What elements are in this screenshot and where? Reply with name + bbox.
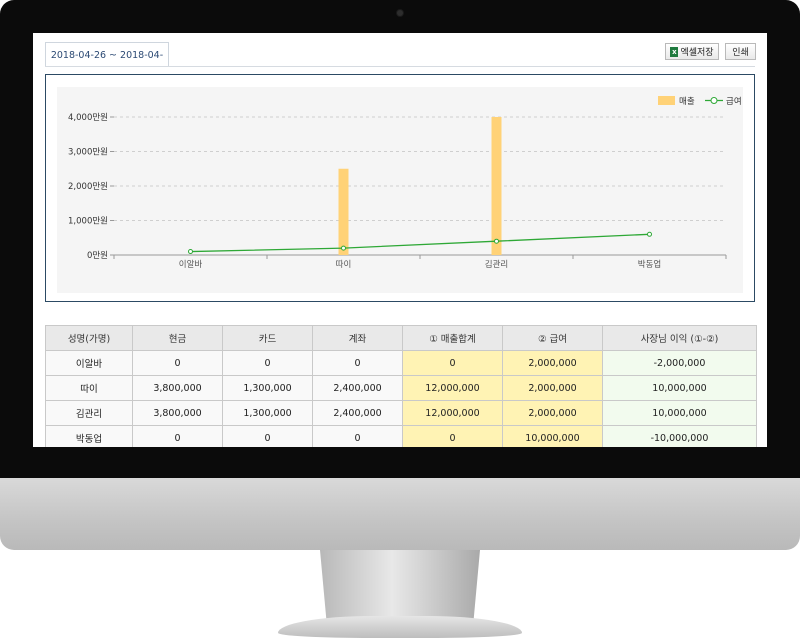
col-header-name: 성명(가명) bbox=[45, 325, 133, 351]
col-header-sales-total: ① 매출합계 bbox=[402, 325, 503, 351]
col-header-cash: 현금 bbox=[132, 325, 223, 351]
monitor-chin bbox=[0, 478, 800, 550]
cell-owner-profit: 10,000,000 bbox=[602, 375, 757, 401]
cell-sales-total: 12,000,000 bbox=[402, 400, 503, 426]
payroll-point bbox=[341, 245, 346, 251]
table-row: 김관리 3,800,000 1,300,000 2,400,000 12,000… bbox=[45, 400, 757, 426]
table-row: 따이 3,800,000 1,300,000 2,400,000 12,000,… bbox=[45, 375, 757, 401]
excel-save-button[interactable]: x 엑셀저장 bbox=[665, 43, 719, 60]
print-button[interactable]: 인쇄 bbox=[725, 43, 756, 60]
settlement-table: 성명(가명) 현금 카드 계좌 ① 매출합계 ② 급여 사장님 이익 (①-②)… bbox=[45, 325, 757, 447]
legend-payroll-label: 급여 bbox=[726, 96, 742, 107]
cell-name: 김관리 bbox=[45, 400, 133, 426]
payroll-point bbox=[647, 231, 652, 237]
sales-payroll-chart: 0만원 1,000만원 2,000만원 3,000만원 4,000만원이알바 따이 김관리 박… bbox=[68, 96, 742, 270]
cell-payroll: 2,000,000 bbox=[502, 400, 603, 426]
x-tick-label: 따이 bbox=[336, 259, 352, 270]
tab-date-range[interactable]: 2018-04-26 ~ 2018-04-26 bbox=[45, 42, 169, 87]
table-row: 이알바 0 0 0 0 2,000,000 -2,000,000 bbox=[45, 350, 757, 376]
cell-name: 따이 bbox=[45, 375, 133, 401]
screen: 2018-04-26 ~ 2018-04-26 x 엑셀저장 인쇄 0만원 1,0… bbox=[33, 33, 767, 447]
cell-card: 1,300,000 bbox=[222, 375, 313, 401]
camera-icon bbox=[397, 10, 403, 16]
x-tick-label: 이알바 bbox=[179, 259, 203, 270]
x-tick-label: 김관리 bbox=[485, 259, 508, 270]
cell-cash: 0 bbox=[132, 350, 223, 376]
cell-card: 0 bbox=[222, 350, 313, 376]
cell-owner-profit: -10,000,000 bbox=[602, 425, 757, 447]
chart-panel: 0만원 1,000만원 2,000만원 3,000만원 4,000만원이알바 따이 김관리 박… bbox=[45, 74, 755, 302]
monitor-stand bbox=[320, 550, 480, 620]
legend-sales-label: 매출 bbox=[679, 96, 695, 107]
cell-cash: 3,800,000 bbox=[132, 400, 223, 426]
chart-area: 0만원 1,000만원 2,000만원 3,000만원 4,000만원이알바 따이 김관리 박… bbox=[57, 87, 743, 293]
y-tick-label: 4,000만원 bbox=[68, 113, 108, 123]
payroll-point bbox=[494, 238, 499, 244]
cell-cash: 3,800,000 bbox=[132, 375, 223, 401]
y-tick-label: 2,000만원 bbox=[68, 182, 108, 192]
y-tick-label: 0만원 bbox=[87, 251, 108, 261]
y-tick-label: 1,000만원 bbox=[68, 217, 108, 227]
cell-payroll: 10,000,000 bbox=[502, 425, 603, 447]
cell-sales-total: 12,000,000 bbox=[402, 375, 503, 401]
y-tick-label: 3,000만원 bbox=[68, 148, 108, 158]
sales-bar bbox=[338, 168, 349, 255]
cell-name: 박동업 bbox=[45, 425, 133, 447]
legend-sales-swatch bbox=[658, 96, 675, 105]
x-tick-label: 박동업 bbox=[638, 259, 661, 270]
cell-card: 1,300,000 bbox=[222, 400, 313, 426]
cell-payroll: 2,000,000 bbox=[502, 350, 603, 376]
table-header-row: 성명(가명) 현금 카드 계좌 ① 매출합계 ② 급여 사장님 이익 (①-②) bbox=[45, 325, 757, 351]
monitor-foot bbox=[278, 616, 522, 638]
col-header-card: 카드 bbox=[222, 325, 313, 351]
cell-payroll: 2,000,000 bbox=[502, 375, 603, 401]
excel-file-icon: x bbox=[670, 46, 679, 57]
cell-sales-total: 0 bbox=[402, 350, 503, 376]
col-header-payroll: ② 급여 bbox=[502, 325, 603, 351]
excel-save-label: 엑셀저장 bbox=[680, 48, 714, 58]
cell-sales-total: 0 bbox=[402, 425, 503, 447]
cell-cash: 0 bbox=[132, 425, 223, 447]
cell-name: 이알바 bbox=[45, 350, 133, 376]
cell-account: 2,400,000 bbox=[312, 375, 403, 401]
table-row: 박동업 0 0 0 0 10,000,000 -10,000,000 bbox=[45, 425, 757, 447]
sales-bar bbox=[491, 117, 502, 255]
cell-account: 2,400,000 bbox=[312, 400, 403, 426]
payroll-point bbox=[188, 249, 193, 255]
tab-underline bbox=[45, 66, 755, 67]
cell-owner-profit: 10,000,000 bbox=[602, 400, 757, 426]
legend-payroll-marker bbox=[710, 97, 718, 104]
cell-owner-profit: -2,000,000 bbox=[602, 350, 757, 376]
cell-account: 0 bbox=[312, 350, 403, 376]
cell-account: 0 bbox=[312, 425, 403, 447]
payroll-line bbox=[190, 233, 650, 253]
cell-card: 0 bbox=[222, 425, 313, 447]
col-header-account: 계좌 bbox=[312, 325, 403, 351]
col-header-owner-profit: 사장님 이익 (①-②) bbox=[602, 325, 757, 351]
